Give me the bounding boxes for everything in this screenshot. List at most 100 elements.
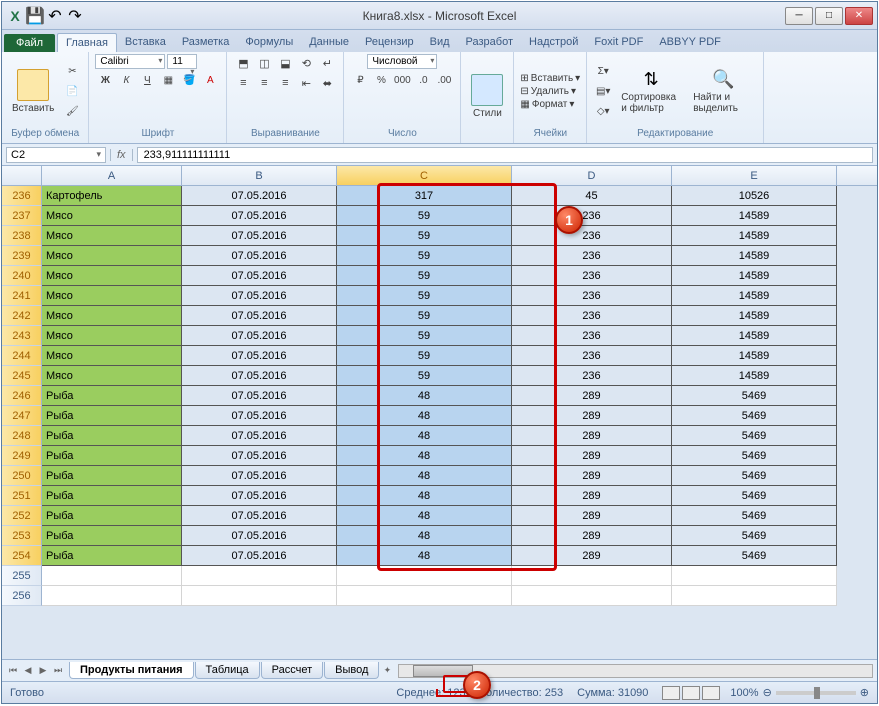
styles-button[interactable]: Стили <box>467 72 507 121</box>
sheet-tab-2[interactable]: Рассчет <box>261 662 324 679</box>
cell[interactable]: 07.05.2016 <box>182 346 337 366</box>
cell[interactable]: 5469 <box>672 546 837 566</box>
clear-icon[interactable]: ◇▾ <box>593 102 613 120</box>
sheet-tab-3[interactable]: Вывод <box>324 662 379 679</box>
cell[interactable]: 48 <box>337 426 512 446</box>
row-header[interactable]: 237 <box>2 206 42 226</box>
ribbon-tab-0[interactable]: Главная <box>57 33 117 52</box>
cell[interactable]: 236 <box>512 246 672 266</box>
cell[interactable]: Мясо <box>42 366 182 386</box>
cell[interactable]: 59 <box>337 286 512 306</box>
ribbon-tab-10[interactable]: ABBYY PDF <box>651 33 729 52</box>
insert-button[interactable]: ⊞ Вставить ▾ <box>520 73 580 84</box>
cell[interactable]: 14589 <box>672 366 837 386</box>
format-button[interactable]: ▦ Формат ▾ <box>520 99 580 110</box>
cell[interactable]: 07.05.2016 <box>182 206 337 226</box>
undo-icon[interactable]: ↶ <box>46 7 64 25</box>
fill-icon[interactable]: ▤▾ <box>593 82 613 100</box>
cell[interactable]: 5469 <box>672 486 837 506</box>
cell[interactable]: 10526 <box>672 186 837 206</box>
cell[interactable]: 07.05.2016 <box>182 386 337 406</box>
cell[interactable]: 14589 <box>672 246 837 266</box>
cell[interactable]: 5469 <box>672 426 837 446</box>
row-header[interactable]: 240 <box>2 266 42 286</box>
cell[interactable]: 07.05.2016 <box>182 426 337 446</box>
cell[interactable]: 236 <box>512 206 672 226</box>
align-top-icon[interactable]: ⬒ <box>233 54 253 72</box>
font-size-combo[interactable]: 11 <box>167 54 197 69</box>
cell[interactable]: Мясо <box>42 306 182 326</box>
cell[interactable]: Рыба <box>42 406 182 426</box>
cell[interactable]: 07.05.2016 <box>182 226 337 246</box>
dec-decimal-icon[interactable]: .00 <box>434 71 454 89</box>
cell[interactable] <box>42 586 182 606</box>
ribbon-tab-8[interactable]: Надстрой <box>521 33 586 52</box>
cell[interactable]: Рыба <box>42 506 182 526</box>
cell[interactable]: 236 <box>512 306 672 326</box>
cell[interactable] <box>337 586 512 606</box>
ribbon-tab-2[interactable]: Разметка <box>174 33 238 52</box>
cell[interactable]: Рыба <box>42 486 182 506</box>
sheet-tab-1[interactable]: Таблица <box>195 662 260 679</box>
align-bottom-icon[interactable]: ⬓ <box>275 54 295 72</box>
normal-view-icon[interactable] <box>662 686 680 700</box>
format-painter-icon[interactable]: 🖌 <box>62 102 82 120</box>
align-middle-icon[interactable]: ◫ <box>254 54 274 72</box>
cell[interactable]: 48 <box>337 466 512 486</box>
page-break-view-icon[interactable] <box>702 686 720 700</box>
name-box[interactable]: C2 <box>6 147 106 163</box>
cell[interactable]: 14589 <box>672 266 837 286</box>
row-header[interactable]: 236 <box>2 186 42 206</box>
row-header[interactable]: 250 <box>2 466 42 486</box>
zoom-in-icon[interactable]: ⊕ <box>860 686 869 699</box>
new-sheet-icon[interactable]: ✦ <box>380 664 394 678</box>
zoom-slider[interactable] <box>776 691 856 695</box>
cell[interactable]: 236 <box>512 326 672 346</box>
row-header[interactable]: 239 <box>2 246 42 266</box>
cell[interactable]: 07.05.2016 <box>182 326 337 346</box>
cell[interactable]: 5469 <box>672 386 837 406</box>
underline-icon[interactable]: Ч <box>137 71 157 89</box>
cell[interactable]: 07.05.2016 <box>182 466 337 486</box>
cell[interactable]: Мясо <box>42 346 182 366</box>
sort-filter-button[interactable]: ⇅ Сортировка и фильтр <box>617 67 685 116</box>
italic-icon[interactable]: К <box>116 71 136 89</box>
cell[interactable]: 59 <box>337 326 512 346</box>
align-center-icon[interactable]: ≡ <box>254 74 274 92</box>
cell[interactable]: 289 <box>512 406 672 426</box>
cell[interactable]: 236 <box>512 266 672 286</box>
cell[interactable]: 289 <box>512 446 672 466</box>
cell[interactable] <box>182 586 337 606</box>
fx-icon[interactable]: fx <box>110 149 133 161</box>
minimize-button[interactable]: ─ <box>785 7 813 25</box>
find-select-button[interactable]: 🔍 Найти и выделить <box>689 67 757 116</box>
cell[interactable]: 236 <box>512 366 672 386</box>
cell[interactable]: 289 <box>512 526 672 546</box>
ribbon-tab-6[interactable]: Вид <box>422 33 458 52</box>
paste-button[interactable]: Вставить <box>8 67 58 116</box>
copy-icon[interactable]: 📄 <box>62 82 82 100</box>
cell[interactable]: 07.05.2016 <box>182 406 337 426</box>
row-header[interactable]: 252 <box>2 506 42 526</box>
border-icon[interactable]: ▦ <box>158 71 178 89</box>
cell[interactable]: Мясо <box>42 226 182 246</box>
formula-input[interactable]: 233,911111111111 <box>137 147 873 163</box>
scrollbar-thumb[interactable] <box>413 665 473 677</box>
row-header[interactable]: 245 <box>2 366 42 386</box>
cell[interactable]: 289 <box>512 506 672 526</box>
tab-prev-icon[interactable]: ◀ <box>21 664 35 678</box>
row-header[interactable]: 254 <box>2 546 42 566</box>
cell[interactable]: 14589 <box>672 226 837 246</box>
cell[interactable]: 48 <box>337 406 512 426</box>
wrap-text-icon[interactable]: ↵ <box>317 54 337 72</box>
row-header[interactable]: 241 <box>2 286 42 306</box>
close-button[interactable]: ✕ <box>845 7 873 25</box>
cell[interactable]: 14589 <box>672 326 837 346</box>
cell[interactable]: 07.05.2016 <box>182 486 337 506</box>
col-header-A[interactable]: A <box>42 166 182 185</box>
col-header-D[interactable]: D <box>512 166 672 185</box>
cell[interactable]: 07.05.2016 <box>182 246 337 266</box>
row-header[interactable]: 255 <box>2 566 42 586</box>
cell[interactable]: 59 <box>337 226 512 246</box>
cell[interactable]: 59 <box>337 366 512 386</box>
